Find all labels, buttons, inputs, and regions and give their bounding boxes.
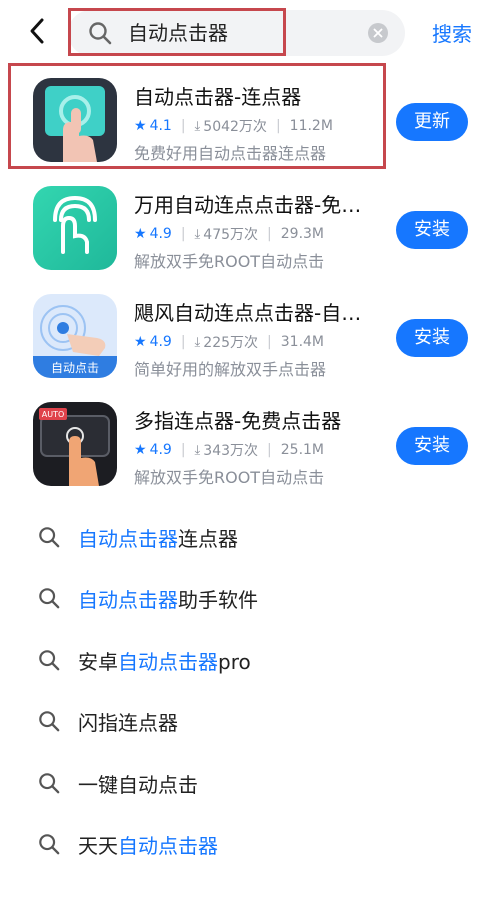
app-description: 简单好用的解放双手点击器 xyxy=(134,360,327,379)
search-icon xyxy=(39,527,60,548)
app-icon-hurricane-clicker: 自动点击 xyxy=(33,294,117,378)
search-icon xyxy=(89,22,112,45)
suggestion-item[interactable]: 闪指连点器 xyxy=(0,702,500,742)
install-button[interactable]: 安装 xyxy=(396,427,468,465)
app-meta: ★ 4.9 | ⤓ 343万次 | 25.1M xyxy=(134,440,324,460)
suggestion-item[interactable]: 自动点击器连点器 xyxy=(0,518,500,558)
app-icon-label: 自动点击 xyxy=(51,361,99,375)
search-icon xyxy=(39,711,60,732)
app-icon-multi-finger-clicker: AUTO xyxy=(33,402,117,486)
suggestion-item[interactable]: 一键自动点击 xyxy=(0,764,500,804)
download-icon: ⤓ xyxy=(194,334,201,350)
app-meta: ★ 4.1 | ⤓ 5042万次 | 11.2M xyxy=(134,116,333,136)
separator: | xyxy=(180,442,186,458)
app-list-item[interactable]: 自动点击 飓风自动连点点击器-自动点击 ★ 4.9 | ⤓ 225万次 | 31… xyxy=(0,280,500,388)
back-button[interactable] xyxy=(22,16,52,46)
app-size: 29.3M xyxy=(280,226,325,242)
install-button[interactable]: 安装 xyxy=(396,319,468,357)
app-rating: ★ 4.1 xyxy=(134,118,172,134)
search-icon xyxy=(39,834,60,855)
suggestion-item[interactable]: 自动点击器助手软件 xyxy=(0,579,500,619)
separator: | xyxy=(267,442,272,458)
search-button[interactable]: 搜索 xyxy=(432,18,472,47)
chevron-left-icon xyxy=(30,18,44,44)
app-rating: ★ 4.9 xyxy=(134,442,172,458)
suggestion-text: 天天自动点击器 xyxy=(78,834,218,858)
app-downloads: 225万次 xyxy=(203,335,259,351)
app-icon-label: AUTO xyxy=(42,410,65,419)
app-icon-universal-clicker xyxy=(33,186,117,270)
suggestion-text: 一键自动点击 xyxy=(78,773,198,797)
app-size: 11.2M xyxy=(289,118,333,134)
app-rating: ★ 4.9 xyxy=(134,334,172,350)
app-downloads: 343万次 xyxy=(203,443,259,459)
star-icon: ★ xyxy=(134,118,147,134)
app-meta: ★ 4.9 | ⤓ 475万次 | 29.3M xyxy=(134,224,324,244)
search-icon xyxy=(39,588,60,609)
app-description: 解放双手免ROOT自动点击 xyxy=(134,468,325,487)
star-icon: ★ xyxy=(134,442,147,458)
separator: | xyxy=(267,334,272,350)
app-list-item[interactable]: 万用自动连点点击器-免费版 ★ 4.9 | ⤓ 475万次 | 29.3M 解放… xyxy=(0,172,500,280)
suggestion-text: 安卓自动点击器pro xyxy=(78,650,251,674)
suggestion-item[interactable]: 安卓自动点击器pro xyxy=(0,641,500,681)
separator: | xyxy=(180,118,186,134)
download-icon: ⤓ xyxy=(194,442,201,458)
search-input[interactable]: 自动点击器 xyxy=(68,10,405,56)
suggestion-text: 闪指连点器 xyxy=(78,711,178,735)
suggestion-text: 自动点击器连点器 xyxy=(78,527,238,551)
app-meta: ★ 4.9 | ⤓ 225万次 | 31.4M xyxy=(134,332,324,352)
search-query-text: 自动点击器 xyxy=(128,21,228,45)
download-icon: ⤓ xyxy=(194,226,201,242)
app-icon-auto-clicker xyxy=(33,78,117,162)
app-title: 飓风自动连点点击器-自动点击 xyxy=(134,301,370,325)
app-downloads: 475万次 xyxy=(203,227,259,243)
app-rating: ★ 4.9 xyxy=(134,226,172,242)
search-icon xyxy=(39,773,60,794)
update-button[interactable]: 更新 xyxy=(396,103,468,141)
app-list-item[interactable]: AUTO 多指连点器-免费点击器 ★ 4.9 | ⤓ 343万次 | 25.1M… xyxy=(0,388,500,496)
separator: | xyxy=(267,226,272,242)
clear-search-button[interactable] xyxy=(368,23,388,43)
install-button[interactable]: 安装 xyxy=(396,211,468,249)
separator: | xyxy=(180,226,186,242)
top-bar: 自动点击器 搜索 xyxy=(0,0,500,64)
app-size: 25.1M xyxy=(280,442,325,458)
search-icon xyxy=(39,650,60,671)
suggestion-text: 自动点击器助手软件 xyxy=(78,588,258,612)
separator: | xyxy=(275,118,281,134)
app-list-item[interactable]: 自动点击器-连点器 ★ 4.1 | ⤓ 5042万次 | 11.2M 免费好用自… xyxy=(0,64,500,172)
suggestion-item[interactable]: 天天自动点击器 xyxy=(0,825,500,865)
app-description: 免费好用自动点击器连点器 xyxy=(134,144,327,163)
app-title: 多指连点器-免费点击器 xyxy=(134,409,342,433)
star-icon: ★ xyxy=(134,334,147,350)
app-title: 万用自动连点点击器-免费版 xyxy=(134,193,370,217)
app-downloads: 5042万次 xyxy=(203,119,267,135)
app-title: 自动点击器-连点器 xyxy=(134,85,302,109)
star-icon: ★ xyxy=(134,226,147,242)
download-icon: ⤓ xyxy=(194,118,201,134)
separator: | xyxy=(180,334,186,350)
close-icon xyxy=(373,28,383,38)
app-description: 解放双手免ROOT自动点击 xyxy=(134,252,325,271)
app-size: 31.4M xyxy=(280,334,325,350)
